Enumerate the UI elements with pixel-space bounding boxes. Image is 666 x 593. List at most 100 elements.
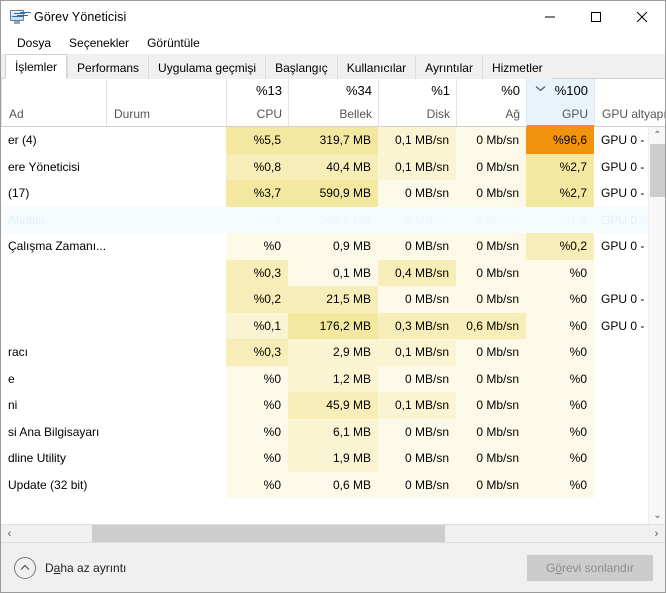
- maximize-icon[interactable]: [573, 1, 619, 32]
- vertical-scroll-thumb[interactable]: [650, 144, 665, 197]
- cell-network: 0,6 Mb/sn: [456, 312, 526, 339]
- cell-memory: 0,1 MB: [288, 259, 378, 286]
- vertical-scrollbar[interactable]: ⌃ ⌄: [648, 127, 665, 524]
- cell-gpu: %2,7: [526, 180, 594, 207]
- cell-name: dline Utility: [1, 445, 106, 472]
- cell-status: [106, 365, 226, 392]
- table-row[interactable]: ere Yöneticisi %0,8 40,4 MB 0,1 MB/sn 0 Mb/s…: [1, 153, 665, 180]
- cell-cpu: %0: [226, 471, 288, 498]
- scroll-down-icon[interactable]: ⌄: [649, 507, 665, 524]
- tab-ayr-nt-lar[interactable]: Ayrıntılar: [415, 56, 482, 79]
- tab-label: İşlemler: [15, 60, 58, 74]
- cell-disk: 0 MB/sn: [378, 445, 456, 472]
- menu-item-g-r-nt-le[interactable]: Görüntüle: [138, 34, 209, 53]
- tab-performans[interactable]: Performans: [67, 56, 149, 79]
- cell-network: 0 Mb/sn: [456, 392, 526, 419]
- table-row[interactable]: ni %0 45,9 MB 0,1 MB/sn 0 Mb/sn %0: [1, 392, 665, 419]
- process-table: Ad Durum %13 CPU %34 Bellek %1 Disk %0 Ağ %100 GPU G…: [1, 79, 665, 524]
- cell-gpu: %0: [526, 365, 594, 392]
- cell-network: 0 Mb/sn: [456, 180, 526, 207]
- column-header-disk[interactable]: %1 Disk: [378, 79, 456, 126]
- less-detail-button[interactable]: Daha az ayrıntı: [14, 556, 126, 579]
- cell-gpu: %0: [526, 312, 594, 339]
- cell-memory: 45,9 MB: [288, 392, 378, 419]
- cell-name: [1, 259, 106, 286]
- cell-disk: 0,1 MB/sn: [378, 127, 456, 154]
- column-header-label: CPU: [256, 107, 282, 121]
- menu-item-se-enekler[interactable]: Seçenekler: [60, 34, 138, 53]
- table-row[interactable]: e %0 1,2 MB 0 MB/sn 0 Mb/sn %0: [1, 365, 665, 392]
- column-header-label: Disk: [426, 107, 450, 121]
- column-header-ad[interactable]: Ad: [1, 79, 106, 126]
- column-total-percent: %0: [501, 83, 520, 98]
- end-task-button[interactable]: Gö revi sonlandır: [527, 554, 653, 581]
- window-controls: [527, 1, 665, 32]
- column-header-cpu[interactable]: %13 CPU: [226, 79, 288, 126]
- cell-status: [106, 127, 226, 154]
- cell-cpu: %0: [226, 392, 288, 419]
- cell-status: [106, 153, 226, 180]
- table-row[interactable]: %0,1 176,2 MB 0,3 MB/sn 0,6 Mb/sn %0 GPU 0 - …: [1, 312, 665, 339]
- horizontal-scrollbar[interactable]: ‹ ›: [1, 524, 665, 542]
- cell-memory: 6,1 MB: [288, 418, 378, 445]
- cell-gpu: %0: [526, 471, 594, 498]
- cell-disk: 0 MB/sn: [378, 365, 456, 392]
- tab-i-lemler[interactable]: İşlemler: [5, 54, 68, 80]
- column-header-label: Durum: [114, 107, 151, 121]
- scroll-left-icon[interactable]: ‹: [1, 525, 18, 542]
- cell-disk: 0,1 MB/sn: [378, 153, 456, 180]
- table-row[interactable]: %0,2 21,5 MB 0 MB/sn 0 Mb/sn %0 GPU 0 - 3I: [1, 286, 665, 313]
- close-icon[interactable]: [619, 1, 665, 32]
- cell-memory: 0,9 MB: [288, 233, 378, 260]
- table-row[interactable]: Update (32 bit) %0 0,6 MB 0 MB/sn 0 Mb/sn %0: [1, 471, 665, 498]
- table-row[interactable]: racı %0,3 2,9 MB 0,1 MB/sn 0 Mb/sn %0: [1, 339, 665, 366]
- minimize-icon[interactable]: [527, 1, 573, 32]
- cell-memory: 176,2 MB: [288, 312, 378, 339]
- cell-status: [106, 445, 226, 472]
- cell-memory: 590,9 MB: [288, 180, 378, 207]
- cell-status: [106, 259, 226, 286]
- column-total-percent: %1: [431, 83, 450, 98]
- cell-network: 0 Mb/sn: [456, 286, 526, 313]
- tab-label: Başlangıç: [275, 60, 328, 75]
- column-header-label: Bellek: [339, 107, 372, 121]
- menu-item-dosya[interactable]: Dosya: [8, 34, 60, 53]
- column-header-label: GPU altyapısı: [602, 107, 665, 121]
- table-row[interactable]: er (4) %5,5 319,7 MB 0,1 MB/sn 0 Mb/sn %96,6 G…: [1, 127, 665, 154]
- table-row[interactable]: (17) %3,7 590,9 MB 0 MB/sn 0 Mb/sn %2,7 GPU 0 …: [1, 180, 665, 207]
- tab-strip: İşlemler Performans Uygulama geçmişi Başlan…: [1, 54, 665, 80]
- tab-ba-lang-[interactable]: Başlangıç: [265, 56, 337, 79]
- cell-disk: 0,1 MB/sn: [378, 392, 456, 419]
- cell-network: 0 Mb/sn: [456, 339, 526, 366]
- column-header-gpu-altyap-s-[interactable]: GPU altyapısı: [594, 79, 665, 126]
- process-rows: er (4) %5,5 319,7 MB 0,1 MB/sn 0 Mb/sn %96,6 G…: [1, 127, 665, 524]
- cell-cpu: %5,5: [226, 127, 288, 154]
- column-header-gpu[interactable]: %100 GPU: [526, 79, 594, 127]
- table-row[interactable]: dline Utility %0 1,9 MB 0 MB/sn 0 Mb/sn %0: [1, 445, 665, 472]
- scroll-right-icon[interactable]: ›: [648, 525, 665, 542]
- table-row[interactable]: si Ana Bilgisayarı %0 6,1 MB 0 MB/sn 0 Mb/sn…: [1, 418, 665, 445]
- cell-name: ere Yöneticisi: [1, 153, 106, 180]
- cell-name: Update (32 bit): [1, 471, 106, 498]
- cell-name: er (4): [1, 127, 106, 154]
- cell-disk: 0 MB/sn: [378, 471, 456, 498]
- column-total-percent: %34: [345, 83, 372, 98]
- column-header-a-[interactable]: %0 Ağ: [456, 79, 526, 126]
- horizontal-scroll-thumb[interactable]: [92, 525, 445, 542]
- cell-memory: 319,7 MB: [288, 127, 378, 154]
- tab-kullan-c-lar[interactable]: Kullanıcılar: [336, 56, 416, 79]
- tab-uygulama-ge-mi-i[interactable]: Uygulama geçmişi: [148, 56, 266, 79]
- cell-gpu: %0: [526, 418, 594, 445]
- scroll-up-icon[interactable]: ⌃: [649, 127, 665, 144]
- table-row[interactable]: Çalışma Zamanı... %0 0,9 MB 0 MB/sn 0 Mb/sn%…: [1, 233, 665, 260]
- table-row[interactable]: %0,3 0,1 MB 0,4 MB/sn 0 Mb/sn %0: [1, 259, 665, 286]
- column-header-durum[interactable]: Durum: [106, 79, 226, 126]
- column-header-bellek[interactable]: %34 Bellek: [288, 79, 378, 126]
- tab-hizmetler[interactable]: Hizmetler: [481, 56, 552, 79]
- column-total-percent: %100: [554, 83, 588, 98]
- cell-status: [106, 180, 226, 207]
- table-row[interactable]: Alıntısı %0,9 245,9 MB 0 MB/sn 0 Mb/sn %1,2 GP…: [1, 206, 665, 233]
- cell-gpu: %0: [526, 259, 594, 286]
- cell-cpu: %0: [226, 233, 288, 260]
- cell-name: [1, 286, 106, 313]
